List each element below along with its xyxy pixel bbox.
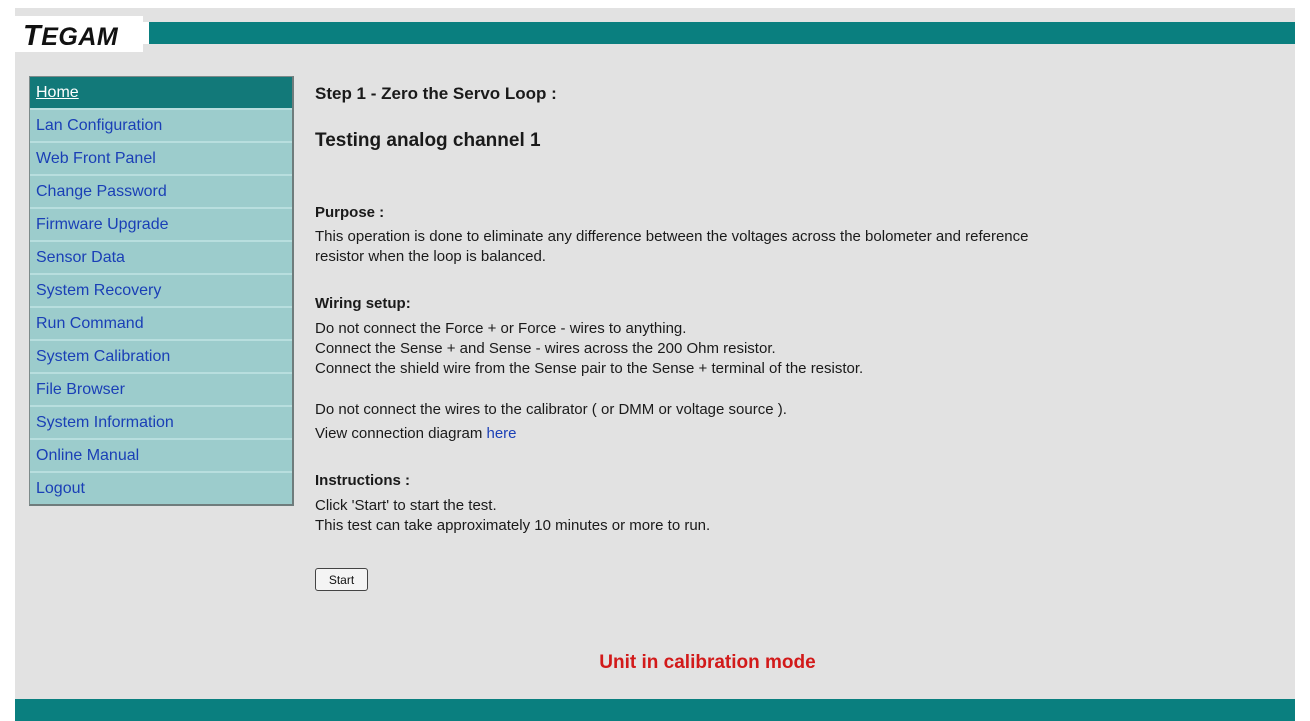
instructions-heading: Instructions : bbox=[315, 472, 411, 489]
sidebar-item-firmware-upgrade[interactable]: Firmware Upgrade bbox=[30, 209, 292, 242]
start-button[interactable]: Start bbox=[315, 568, 368, 591]
diagram-line: View connection diagram here bbox=[315, 425, 517, 443]
sidebar-item-change-password[interactable]: Change Password bbox=[30, 176, 292, 209]
sidebar-item-system-information[interactable]: System Information bbox=[30, 407, 292, 440]
wiring-heading: Wiring setup: bbox=[315, 295, 411, 312]
sidebar-nav: Home Lan Configuration Web Front Panel C… bbox=[29, 76, 294, 506]
sidebar-item-web-front-panel[interactable]: Web Front Panel bbox=[30, 143, 292, 176]
sidebar-item-logout[interactable]: Logout bbox=[30, 473, 292, 504]
purpose-line-1: This operation is done to eliminate any … bbox=[315, 228, 1029, 245]
header-divider bbox=[143, 22, 149, 44]
diagram-prefix: View connection diagram bbox=[315, 425, 487, 442]
diagram-link[interactable]: here bbox=[487, 425, 517, 442]
wiring-line-1: Do not connect the Force + or Force - wi… bbox=[315, 320, 687, 337]
sidebar-item-run-command[interactable]: Run Command bbox=[30, 308, 292, 341]
footer-bar bbox=[15, 699, 1295, 721]
page: TEGAM Home Lan Configuration Web Front P… bbox=[15, 8, 1295, 721]
sidebar-item-system-recovery[interactable]: System Recovery bbox=[30, 275, 292, 308]
sidebar-item-system-calibration[interactable]: System Calibration bbox=[30, 341, 292, 374]
test-title: Testing analog channel 1 bbox=[315, 130, 541, 151]
sidebar-item-home[interactable]: Home bbox=[30, 77, 292, 110]
step-title: Step 1 - Zero the Servo Loop : bbox=[315, 84, 557, 103]
wiring-line-3: Connect the shield wire from the Sense p… bbox=[315, 360, 864, 377]
tegam-logo: TEGAM bbox=[15, 16, 143, 52]
sidebar-item-file-browser[interactable]: File Browser bbox=[30, 374, 292, 407]
sidebar-item-lan-configuration[interactable]: Lan Configuration bbox=[30, 110, 292, 143]
sidebar-item-sensor-data[interactable]: Sensor Data bbox=[30, 242, 292, 275]
logo-text: TEGAM bbox=[23, 20, 119, 52]
calibration-status: Unit in calibration mode bbox=[599, 652, 816, 673]
instructions-line-2: This test can take approximately 10 minu… bbox=[315, 517, 711, 534]
purpose-heading: Purpose : bbox=[315, 204, 385, 221]
wiring-line-2: Connect the Sense + and Sense - wires ac… bbox=[315, 340, 776, 357]
instructions-line-1: Click 'Start' to start the test. bbox=[315, 497, 497, 514]
purpose-line-2: resistor when the loop is balanced. bbox=[315, 248, 546, 265]
header-bar bbox=[143, 22, 1295, 44]
wiring-note: Do not connect the wires to the calibrat… bbox=[315, 401, 787, 418]
sidebar-item-online-manual[interactable]: Online Manual bbox=[30, 440, 292, 473]
